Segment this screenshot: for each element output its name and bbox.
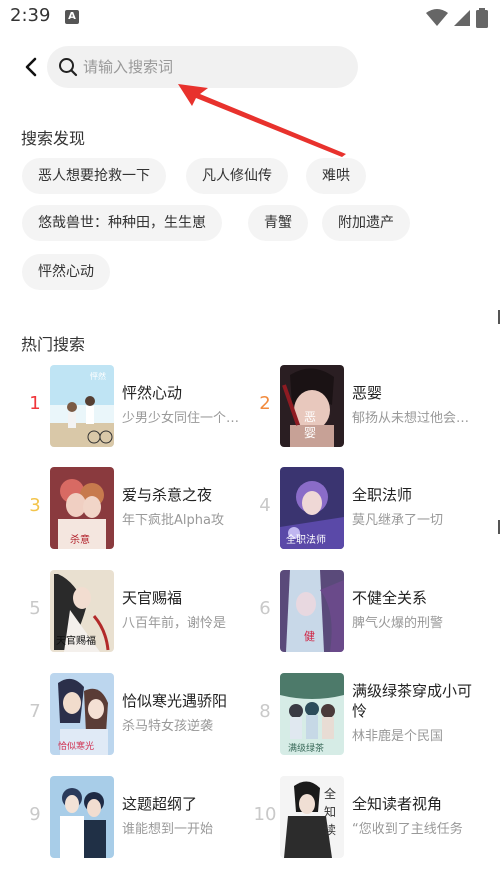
hot-item[interactable]: 5 天官赐福 天官赐福 八百年前，谢怜是 <box>20 570 250 654</box>
hot-item[interactable]: 7 恰似寒光 恰似寒光遇骄阳 杀马特女孩逆袭 <box>20 673 250 757</box>
cover-image: 恶婴 <box>280 365 344 447</box>
notification-a-icon: A <box>65 10 79 24</box>
discover-chip[interactable]: 凡人修仙传 <box>186 158 288 194</box>
svg-text:杀意: 杀意 <box>70 533 90 546</box>
status-time: 2:39 <box>10 5 51 26</box>
cover-image <box>50 776 114 858</box>
cover-image: 杀意 <box>50 467 114 549</box>
rank-title: 爱与杀意之夜 <box>122 486 213 504</box>
rank-subtitle: 郁扬从未想过他会变成 <box>352 411 470 426</box>
cover-image: 全知读 <box>280 776 344 858</box>
status-icons <box>426 8 488 28</box>
discover-chip[interactable]: 恶人想要抢救一下 <box>22 158 166 194</box>
rank-subtitle: 脾气火爆的刑警 <box>352 616 444 631</box>
rank-number: 9 <box>29 804 41 825</box>
cover-image: 恰似寒光 <box>50 673 114 755</box>
status-bar: 2:39 A <box>0 0 500 34</box>
rank-subtitle: 八百年前，谢怜是 <box>122 616 227 631</box>
rank-title: 满级绿茶穿成小可怜 <box>352 682 473 720</box>
discover-chip[interactable]: 怦然心动 <box>22 254 110 290</box>
search-icon <box>59 58 78 77</box>
rank-subtitle: 少男少女同住一个屋檐下 <box>122 411 240 426</box>
rank-title: 恶婴 <box>352 384 383 402</box>
rank-title: 全职法师 <box>352 486 413 504</box>
hot-item[interactable]: 1 怦然 怦然心动 少男少女同住一个屋檐下 <box>20 365 250 449</box>
rank-subtitle: “您收到了主线任务 <box>352 822 463 837</box>
annotation-arrow-icon <box>178 84 346 157</box>
search-input[interactable] <box>83 46 343 88</box>
back-button[interactable] <box>18 53 44 81</box>
hot-item[interactable]: 4 全职法师 全职法师 莫凡继承了一切 <box>250 467 480 551</box>
discover-section-title: 搜索发现 <box>21 129 86 148</box>
svg-text:知: 知 <box>324 805 336 819</box>
discover-chip[interactable]: 附加遗产 <box>322 205 410 241</box>
hot-item[interactable]: 3 杀意 爱与杀意之夜 年下疯批Alpha攻 <box>20 467 250 551</box>
svg-text:天官赐福: 天官赐福 <box>56 634 96 647</box>
cover-image: 怦然 <box>50 365 114 447</box>
rank-title: 天官赐福 <box>122 589 183 607</box>
svg-text:恰似寒光: 恰似寒光 <box>58 740 94 752</box>
rank-number: 7 <box>29 701 41 722</box>
search-box[interactable] <box>47 46 358 88</box>
rank-subtitle: 年下疯批Alpha攻 <box>122 513 224 528</box>
hot-item[interactable]: 10 全知读 全知读者视角 “您收到了主线任务 <box>250 776 480 860</box>
discover-chip[interactable]: 悠哉兽世：种种田，生生崽 <box>22 205 222 241</box>
svg-text:全职法师: 全职法师 <box>286 533 326 546</box>
rank-number: 6 <box>259 598 271 619</box>
rank-title: 这题超纲了 <box>122 795 198 813</box>
discover-chip[interactable]: 青蟹 <box>248 205 308 241</box>
rank-number: 2 <box>259 393 271 414</box>
svg-text:满级绿茶: 满级绿茶 <box>288 742 324 754</box>
hot-item[interactable]: 2 恶婴 恶婴 郁扬从未想过他会变成 <box>250 365 480 449</box>
rank-title: 全知读者视角 <box>352 795 443 813</box>
cover-image: 天官赐福 <box>50 570 114 652</box>
rank-number: 3 <box>29 495 41 516</box>
search-row <box>0 45 500 89</box>
rank-title: 怦然心动 <box>122 384 183 402</box>
rank-subtitle: 林非鹿是个民国 <box>352 729 444 744</box>
cover-image: 全职法师 <box>280 467 344 549</box>
rank-number: 4 <box>259 495 271 516</box>
rank-number: 10 <box>253 804 277 825</box>
svg-text:全: 全 <box>324 786 336 801</box>
rank-number: 1 <box>29 393 41 414</box>
wifi-icon <box>426 9 448 26</box>
rank-title: 不健全关系 <box>352 589 428 607</box>
rank-number: 5 <box>29 598 41 619</box>
rank-subtitle: 莫凡继承了一切 <box>352 513 444 528</box>
hot-section-title: 热门搜索 <box>21 335 86 354</box>
hot-item[interactable]: 8 满级绿茶 满级绿茶穿成小可怜 林非鹿是个民国 <box>250 673 480 757</box>
hot-item[interactable]: 9 这题超纲了 谁能想到一开始 <box>20 776 250 860</box>
battery-icon <box>476 8 488 28</box>
rank-number: 8 <box>259 701 271 722</box>
svg-text:读: 读 <box>324 823 336 837</box>
rank-subtitle: 杀马特女孩逆袭 <box>122 719 214 734</box>
cover-image: 健 <box>280 570 344 652</box>
cover-image: 满级绿茶 <box>280 673 344 755</box>
signal-icon <box>454 10 470 26</box>
discover-chip[interactable]: 难哄 <box>306 158 366 194</box>
rank-subtitle: 谁能想到一开始 <box>122 822 214 837</box>
svg-text:健: 健 <box>304 630 315 643</box>
svg-text:怦然: 怦然 <box>90 371 106 381</box>
svg-text:婴: 婴 <box>304 426 316 440</box>
back-arrow-icon <box>25 57 37 77</box>
svg-text:恶: 恶 <box>304 410 316 424</box>
hot-item[interactable]: 6 健 不健全关系 脾气火爆的刑警 <box>250 570 480 654</box>
rank-title: 恰似寒光遇骄阳 <box>122 692 228 710</box>
